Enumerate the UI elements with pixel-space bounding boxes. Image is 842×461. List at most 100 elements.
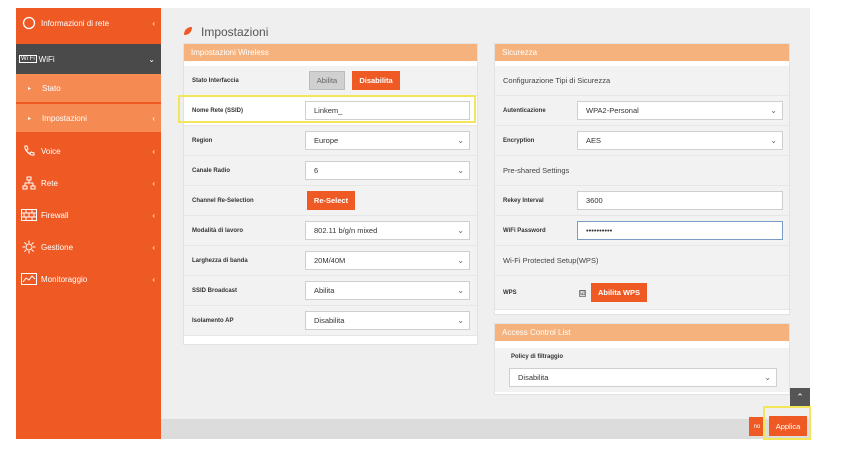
modalita-select[interactable]: 802.11 b/g/n mixed ⌄ [305,221,470,240]
stato-interfaccia-label: Stato Interfaccia [192,77,239,84]
sidebar-item-label: Rete [41,178,58,188]
sidebar-item-label: Monitoraggio [41,274,88,284]
chevron-left-icon: ‹ [152,178,155,188]
region-label: Region [192,137,213,144]
wps-heading: Wi-Fi Protected Setup(WPS) [503,256,599,265]
abilita-button[interactable]: Abilita [309,71,345,90]
ssid-broadcast-label: SSID Broadcast [192,287,238,294]
sidebar-item-informazioni-di-rete[interactable]: Informazioni di rete ‹ [16,8,161,38]
sidebar-item-firewall[interactable]: Firewall ‹ [16,200,161,230]
sidebar-item-label: WiFi [38,54,55,64]
larghezza-select[interactable]: 20M/40M ⌄ [305,251,470,270]
main-content: Impostazioni Impostazioni Wireless Stato… [161,8,810,439]
security-panel-header: Sicurezza [495,44,789,61]
leaf-icon [183,26,193,39]
config-heading: Configurazione Tipi di Sicurezza [503,76,611,85]
wps-label: WPS [503,289,517,296]
abilita-wps-button[interactable]: Abilita WPS [591,283,647,302]
chevron-down-icon: ⌄ [770,106,777,115]
row-wps: WPS ☑ Abilita WPS [495,276,789,310]
wireless-panel-header: Impostazioni Wireless [184,44,477,61]
autenticazione-select[interactable]: WPA2-Personal ⌄ [577,101,783,120]
rekey-input[interactable]: 3600 [577,191,783,210]
gear-icon [19,240,39,254]
sidebar-item-label: Impostazioni [42,113,87,123]
apply-highlight [763,406,811,440]
bullet-icon: ▸ [28,115,32,122]
circle-icon [19,16,39,30]
sidebar-item-label: Voice [41,146,61,156]
row-canale-radio: Canale Radio 6 ⌄ [184,156,477,186]
reselect-button[interactable]: Re-Select [307,191,355,210]
sidebar-item-stato[interactable]: ▸ Stato [16,74,161,102]
scroll-top-button[interactable]: ⌃ [790,388,810,406]
region-value: Europe [314,136,339,145]
ssid-broadcast-value: Abilita [314,286,335,295]
canale-radio-value: 6 [314,166,319,175]
row-stato-interfaccia: Stato Interfaccia Abilita Disabilita [184,66,477,96]
modalita-label: Modalità di lavoro [192,227,244,234]
row-preshared-heading: Pre-shared Settings [495,156,789,186]
acl-panel-header: Access Control List [495,324,789,341]
isolamento-select[interactable]: Disabilita ⌄ [305,311,470,330]
canale-radio-select[interactable]: 6 ⌄ [305,161,470,180]
row-wps-heading: Wi-Fi Protected Setup(WPS) [495,246,789,276]
isolamento-label: Isolamento AP [192,317,234,324]
row-wifi-password: WiFi Password •••••••••• [495,216,789,246]
wps-checkbox[interactable]: ☑ [579,290,586,297]
row-channel-reselection: Channel Re-Selection Re-Select [184,186,477,216]
row-modalita-di-lavoro: Modalità di lavoro 802.11 b/g/n mixed ⌄ [184,216,477,246]
chevron-down-icon: ⌄ [457,286,464,295]
row-ssid-broadcast: SSID Broadcast Abilita ⌄ [184,276,477,306]
chevron-left-icon: ‹ [152,146,155,156]
wireless-panel: Impostazioni Wireless Stato Interfaccia … [183,43,478,345]
region-select[interactable]: Europe ⌄ [305,131,470,150]
sidebar-item-wifi[interactable]: Wi Fi WiFi ⌄ [16,44,161,74]
ssid-highlight [178,95,476,123]
chevron-left-icon: ‹ [152,274,155,284]
sidebar-item-voice[interactable]: Voice ‹ [16,136,161,166]
row-encryption: Encryption AES ⌄ [495,126,789,156]
password-input[interactable]: •••••••••• [577,221,783,240]
sidebar-item-label: Stato [42,83,61,93]
larghezza-value: 20M/40M [314,256,346,265]
rekey-label: Rekey Interval [503,197,544,204]
sidebar-item-gestione[interactable]: Gestione ‹ [16,232,161,262]
row-rekey-interval: Rekey Interval 3600 [495,186,789,216]
ssid-broadcast-select[interactable]: Abilita ⌄ [305,281,470,300]
page-title-text: Impostazioni [201,25,269,39]
firewall-icon [19,209,39,221]
chevron-down-icon: ⌄ [457,226,464,235]
sidebar-item-label: Informazioni di rete [41,18,110,28]
sidebar-item-label: Firewall [41,210,69,220]
policy-select[interactable]: Disabilita ⌄ [509,368,777,387]
row-policy: Policy di filtraggio Disabilita ⌄ [495,348,789,392]
row-autenticazione: Autenticazione WPA2-Personal ⌄ [495,96,789,126]
row-config-heading: Configurazione Tipi di Sicurezza [495,66,789,96]
wifi-icon: Wi Fi [19,55,37,63]
network-icon [19,176,39,190]
chevron-left-icon: ‹ [152,210,155,220]
chevron-down-icon: ⌄ [770,136,777,145]
sidebar: Informazioni di rete ‹ Wi Fi WiFi ⌄ ▸ St… [16,8,161,439]
chevron-down-icon: ⌄ [764,373,771,382]
policy-label: Policy di filtraggio [511,354,564,360]
sidebar-item-impostazioni[interactable]: ▸ Impostazioni ‹ [16,104,161,132]
chevron-left-icon: ‹ [152,18,155,28]
row-isolamento-ap: Isolamento AP Disabilita ⌄ [184,306,477,336]
larghezza-label: Larghezza di banda [192,257,248,264]
chevron-up-icon: ⌃ [796,391,804,402]
sidebar-item-monitoraggio[interactable]: Monitoraggio ‹ [16,264,161,294]
page-title: Impostazioni [183,25,268,39]
autenticazione-label: Autenticazione [503,107,546,114]
disabilita-button[interactable]: Disabilita [352,71,400,90]
autenticazione-value: WPA2-Personal [586,106,639,115]
chevron-down-icon: ⌄ [457,256,464,265]
password-label: WiFi Password [503,227,546,234]
sidebar-item-rete[interactable]: Rete ‹ [16,168,161,198]
chevron-down-icon: ⌄ [148,54,155,64]
encryption-label: Encryption [503,137,535,144]
encryption-select[interactable]: AES ⌄ [577,131,783,150]
chevron-down-icon: ⌄ [457,136,464,145]
preshared-heading: Pre-shared Settings [503,166,570,175]
